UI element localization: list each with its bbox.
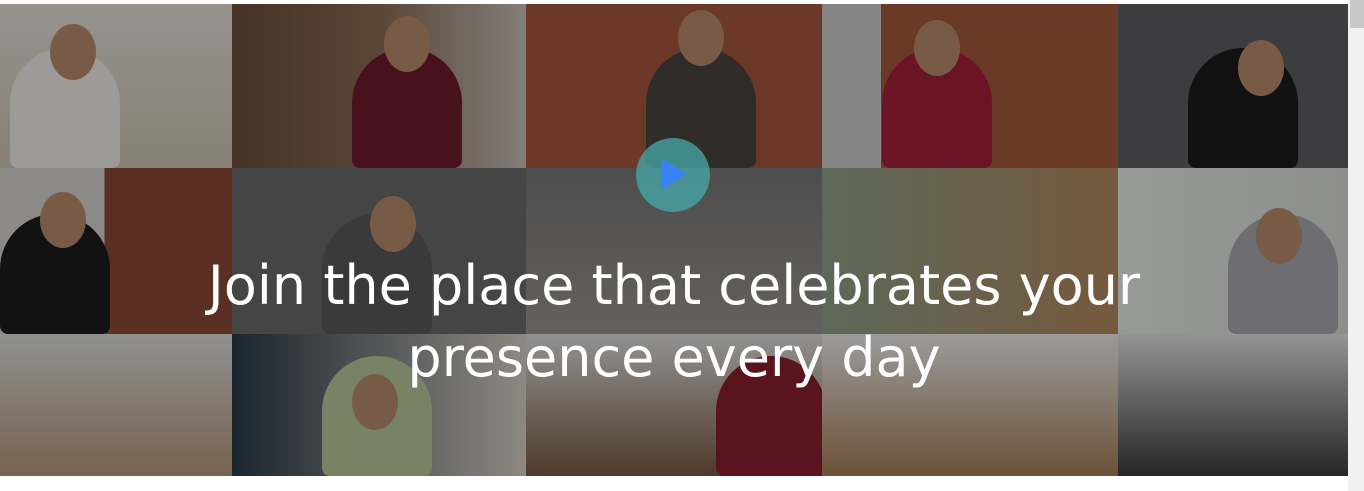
play-icon	[661, 158, 687, 190]
dark-overlay	[0, 4, 1348, 476]
scrollbar-thumb[interactable]	[1350, 0, 1364, 28]
headline-line-2: presence every day	[407, 326, 941, 390]
page-scrollbar[interactable]	[1348, 0, 1364, 491]
hero-video[interactable]: Join the place that celebrates your pres…	[0, 4, 1348, 476]
headline-line-1: Join the place that celebrates your	[207, 254, 1141, 318]
play-button[interactable]	[636, 138, 710, 212]
hero-headline: Join the place that celebrates your pres…	[0, 250, 1348, 394]
